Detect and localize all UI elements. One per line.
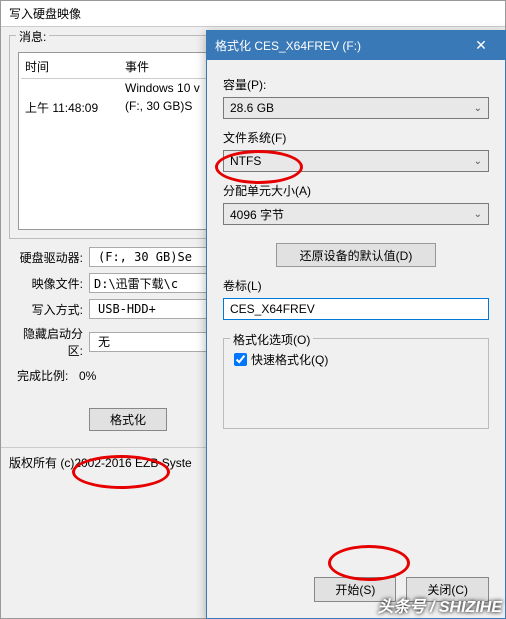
- log-time: 上午 11:48:09: [25, 99, 125, 116]
- format-button[interactable]: 格式化: [89, 408, 167, 431]
- volume-input[interactable]: [223, 298, 489, 320]
- chevron-down-icon: ⌄: [474, 103, 482, 114]
- progress-label: 完成比例:: [9, 367, 79, 384]
- capacity-select[interactable]: 28.6 GB ⌄: [223, 97, 489, 119]
- quick-format-checkbox[interactable]: [234, 353, 247, 366]
- window-title: 写入硬盘映像: [1, 1, 505, 27]
- format-options-group: 格式化选项(O) 快速格式化(Q): [223, 338, 489, 429]
- log-event: (F:, 30 GB)S: [125, 99, 192, 116]
- quick-format-label: 快速格式化(Q): [251, 351, 328, 368]
- allocation-value: 4096 字节: [230, 206, 284, 223]
- volume-label: 卷标(L): [223, 277, 489, 294]
- method-label: 写入方式:: [9, 301, 89, 318]
- dialog-title: 格式化 CES_X64FREV (F:): [215, 37, 361, 54]
- image-label: 映像文件:: [9, 275, 89, 292]
- filesystem-select[interactable]: NTFS ⌄: [223, 150, 489, 172]
- log-header-event: 事件: [125, 58, 149, 75]
- restore-defaults-button[interactable]: 还原设备的默认值(D): [276, 243, 436, 267]
- dialog-body: 容量(P): 28.6 GB ⌄ 文件系统(F) NTFS ⌄ 分配单元大小(A…: [207, 60, 505, 441]
- close-icon[interactable]: ✕: [465, 37, 497, 54]
- chevron-down-icon: ⌄: [474, 209, 482, 220]
- log-time: [25, 81, 125, 95]
- chevron-down-icon: ⌄: [474, 156, 482, 167]
- message-legend: 消息:: [16, 28, 49, 45]
- allocation-label: 分配单元大小(A): [223, 182, 489, 199]
- format-dialog: 格式化 CES_X64FREV (F:) ✕ 容量(P): 28.6 GB ⌄ …: [206, 30, 506, 619]
- filesystem-label: 文件系统(F): [223, 129, 489, 146]
- progress-percent: 0%: [79, 369, 109, 383]
- hidden-label: 隐藏启动分区:: [9, 325, 89, 359]
- capacity-label: 容量(P):: [223, 76, 489, 93]
- allocation-select[interactable]: 4096 字节 ⌄: [223, 203, 489, 225]
- watermark-text: 头条号 / SHIZIHE: [378, 593, 502, 617]
- quick-format-row[interactable]: 快速格式化(Q): [234, 351, 478, 368]
- log-header-time: 时间: [25, 58, 125, 75]
- log-event: Windows 10 v: [125, 81, 200, 95]
- capacity-value: 28.6 GB: [230, 101, 274, 115]
- filesystem-value: NTFS: [230, 154, 261, 168]
- format-options-legend: 格式化选项(O): [230, 331, 313, 348]
- drive-label: 硬盘驱动器:: [9, 249, 89, 266]
- dialog-titlebar[interactable]: 格式化 CES_X64FREV (F:) ✕: [207, 31, 505, 60]
